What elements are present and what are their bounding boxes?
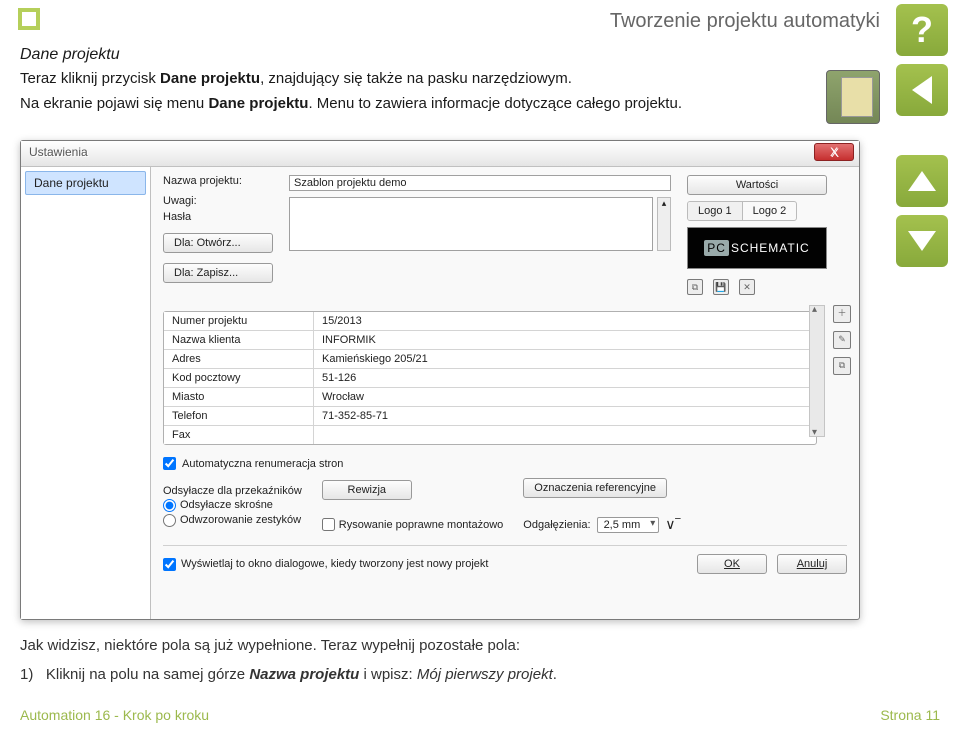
field-phone[interactable]: 71-352-85-71	[314, 407, 816, 425]
open-logo-icon[interactable]: ⧉	[687, 279, 703, 295]
table-scrollbar[interactable]	[809, 305, 825, 437]
settings-dialog: Ustawienia X Dane projektu Nazwa projekt…	[20, 140, 860, 620]
save-logo-icon[interactable]: 💾	[713, 279, 729, 295]
table-row: Numer projektu15/2013	[164, 312, 816, 331]
dialog-main: Nazwa projektu: Uwagi: Hasła Dla: Otwórz…	[151, 167, 859, 619]
field-city[interactable]: Wrocław	[314, 388, 816, 406]
dialog-titlebar: Ustawienia X	[21, 141, 859, 167]
sidebar-item-project-data[interactable]: Dane projektu	[25, 171, 146, 195]
show-on-new-checkbox[interactable]: Wyświetlaj to okno dialogowe, kiedy twor…	[163, 558, 488, 571]
field-address[interactable]: Kamieńskiego 205/21	[314, 350, 816, 368]
delete-logo-icon[interactable]: ✕	[739, 279, 755, 295]
page-bullet-decoration	[18, 8, 40, 30]
table-row: Kod pocztowy51-126	[164, 369, 816, 388]
ok-button[interactable]: OK	[697, 554, 767, 574]
intro-text: Dane projektu Teraz kliknij przycisk Dan…	[20, 44, 840, 114]
help-icon[interactable]: ?	[896, 4, 948, 56]
cancel-button[interactable]: Anuluj	[777, 554, 847, 574]
label-remarks: Uwagi:	[163, 195, 273, 207]
dla-open-button[interactable]: Dla: Otwórz...	[163, 233, 273, 253]
nav-down-icon[interactable]	[896, 215, 948, 267]
intro-paragraph-2: Na ekranie pojawi się menu Dane projektu…	[20, 93, 840, 114]
table-row: AdresKamieńskiego 205/21	[164, 350, 816, 369]
nav-up-icon[interactable]	[896, 155, 948, 207]
remarks-input[interactable]	[289, 197, 653, 251]
dialog-title: Ustawienia	[29, 145, 88, 159]
logo-tabs: Logo 1 Logo 2	[687, 201, 797, 221]
branches-label: Odgałęzienia:	[523, 519, 590, 531]
page-footer: Automation 16 - Krok po kroku Strona 11	[20, 707, 940, 723]
after-line1: Jak widzisz, niektóre pola są już wypełn…	[20, 635, 900, 658]
intro-paragraph-1: Teraz kliknij przycisk Dane projektu, zn…	[20, 68, 840, 89]
tab-logo2[interactable]: Logo 2	[743, 202, 797, 220]
branches-combo[interactable]: 2,5 mm	[597, 517, 660, 533]
table-row: MiastoWrocław	[164, 388, 816, 407]
table-row: Nazwa klientaINFORMIK	[164, 331, 816, 350]
field-project-number[interactable]: 15/2013	[314, 312, 816, 330]
logo-preview: PCSCHEMATIC	[687, 227, 827, 269]
odwzorowanie-radio[interactable]: Odwzorowanie zestyków	[163, 514, 302, 527]
values-button[interactable]: Wartości	[687, 175, 827, 195]
correct-drawing-checkbox[interactable]: Rysowanie poprawne montażowo	[322, 518, 503, 531]
field-fax[interactable]	[314, 426, 816, 444]
footer-right: Strona 11	[880, 707, 940, 723]
label-passwords: Hasła	[163, 211, 273, 223]
table-row: Fax	[164, 426, 816, 444]
skrosne-radio[interactable]: Odsyłacze skrośne	[163, 499, 302, 512]
project-name-input[interactable]: Szablon projektu demo	[289, 175, 671, 191]
copy-row-icon[interactable]: ⧉	[833, 357, 851, 375]
options-area: Automatyczna renumeracja stron Odsyłacze…	[163, 457, 847, 533]
nav-back-icon[interactable]	[896, 64, 948, 116]
table-row: Telefon71-352-85-71	[164, 407, 816, 426]
page-title: Tworzenie projektu automatyki	[610, 10, 880, 33]
crossrefs-group-label: Odsyłacze dla przekaźników	[163, 485, 302, 497]
auto-renum-checkbox[interactable]: Automatyczna renumeracja stron	[163, 457, 847, 470]
ref-designations-button[interactable]: Oznaczenia referencyjne	[523, 478, 667, 498]
tab-logo1[interactable]: Logo 1	[688, 202, 743, 220]
field-client-name[interactable]: INFORMIK	[314, 331, 816, 349]
label-project-name: Nazwa projektu:	[163, 175, 273, 187]
add-row-icon[interactable]: ＋	[833, 305, 851, 323]
project-fields-table: Numer projektu15/2013 Nazwa klientaINFOR…	[163, 311, 817, 445]
edit-row-icon[interactable]: ✎	[833, 331, 851, 349]
dialog-sidebar: Dane projektu	[21, 167, 151, 619]
section-title: Dane projektu	[20, 44, 840, 66]
revision-button[interactable]: Rewizja	[322, 480, 412, 500]
close-button[interactable]: X	[814, 143, 854, 161]
branch-shape-icon: ∨‾	[665, 516, 680, 533]
footer-left: Automation 16 - Krok po kroku	[20, 707, 209, 723]
field-postal[interactable]: 51-126	[314, 369, 816, 387]
dla-save-button[interactable]: Dla: Zapisz...	[163, 263, 273, 283]
after-dialog-text: Jak widzisz, niektóre pola są już wypełn…	[20, 635, 900, 686]
